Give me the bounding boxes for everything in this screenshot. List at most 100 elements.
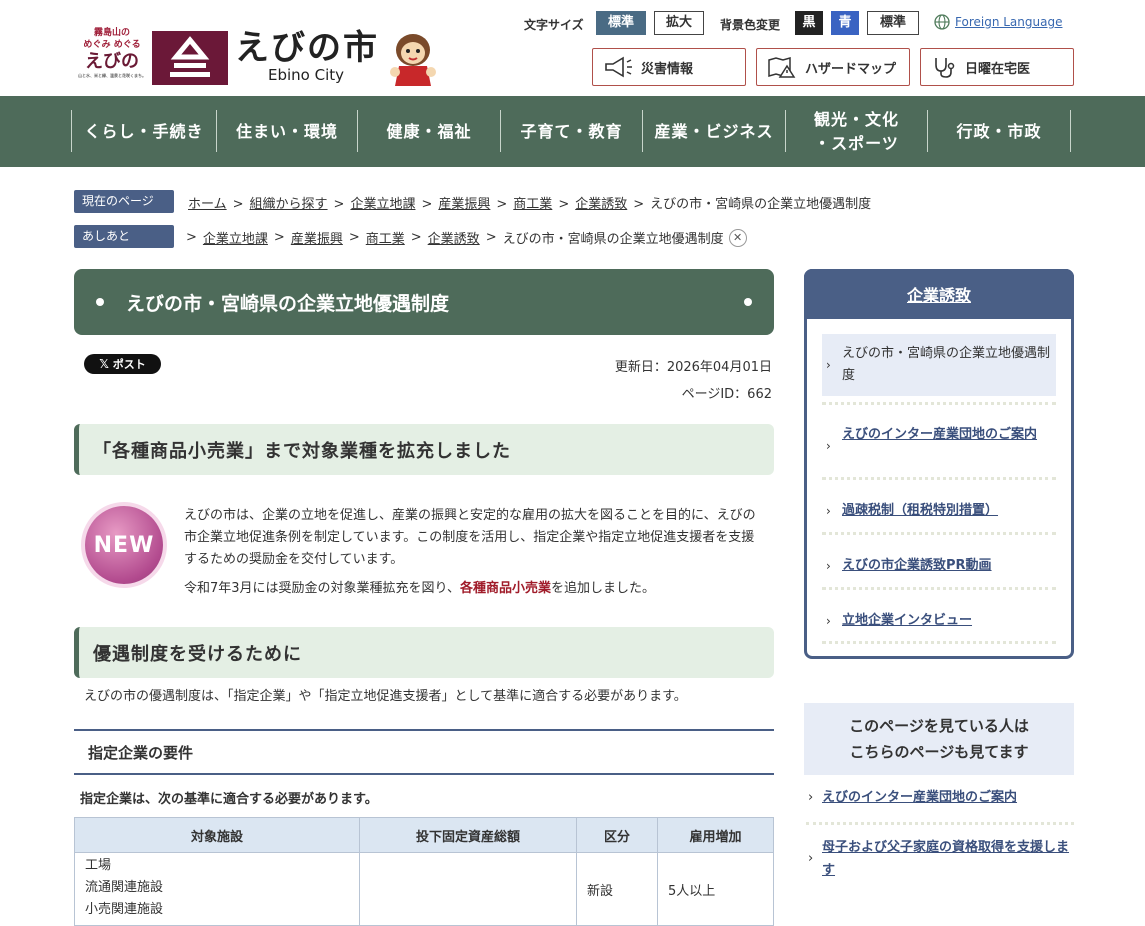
nav-separator — [1070, 110, 1071, 152]
foreign-language-link[interactable]: Foreign Language — [934, 14, 1062, 30]
breadcrumb-link-home[interactable]: ホーム — [188, 197, 227, 212]
bg-standard-button[interactable]: 標準 — [867, 11, 919, 35]
also-viewed-item[interactable]: › 母子および父子家庭の資格取得を支援します — [806, 836, 1074, 882]
logo-slogan[interactable]: 霧島山の めぐみ めぐる えびの 山と水、米と緑、温泉と花咲くまち。 — [76, 27, 148, 79]
hazard-map-button[interactable]: ハザードマップ — [756, 48, 910, 86]
slogan-city: えびの — [85, 51, 139, 72]
sidebar-item-current[interactable]: › えびの市・宮崎県の企業立地優遇制度 — [822, 334, 1056, 396]
sidebar-item-label[interactable]: えびのインター産業団地のご案内 — [842, 427, 1037, 442]
also-viewed-link[interactable]: えびのインター産業団地のご案内 — [822, 790, 1017, 805]
x-logo-icon: 𝕏 — [99, 357, 109, 371]
foreign-language-label: Foreign Language — [955, 15, 1063, 29]
page-id: ページID：662 — [681, 387, 772, 402]
divider — [822, 587, 1056, 590]
x-post-button[interactable]: 𝕏 ポスト — [84, 354, 161, 374]
chevron-right-icon: › — [826, 439, 831, 453]
nav-item-health[interactable]: 健康・福祉 — [358, 96, 500, 167]
city-emblem-logo[interactable] — [152, 31, 228, 85]
designated-lead: 指定企業は、次の基準に適合する必要があります。 — [80, 792, 378, 807]
megaphone-icon — [605, 56, 632, 78]
history-link-industry[interactable]: 産業振興 — [291, 228, 343, 247]
chevron-right-icon: › — [826, 358, 831, 372]
nav-item-housing[interactable]: 住まい・環境 — [217, 96, 357, 167]
city-name-en: Ebino City — [268, 66, 345, 84]
bg-blue-button[interactable]: 青 — [831, 11, 859, 35]
chevron-right-icon: › — [808, 790, 814, 805]
history-breadcrumb: > 企業立地課 > 産業振興 > 商工業 > 企業誘致 > えびの市・宮崎県の企業立地優遇制度 ✕ — [186, 228, 747, 247]
sunday-doctor-label: 日曜在宅医 — [965, 61, 1031, 77]
intro-paragraph: えびの市は、企業の立地を促進し、産業の振興と安定的な雇用の拡大を図ることを目的に… — [184, 508, 756, 567]
slogan-mid: めぐみ めぐる — [83, 40, 141, 50]
divider — [806, 822, 1074, 825]
history-link-commerce[interactable]: 商工業 — [366, 228, 405, 247]
nav-item-living[interactable]: くらし・手続き — [72, 96, 216, 167]
history-current-page: えびの市・宮崎県の企業立地優遇制度 — [502, 232, 724, 247]
mascot-character-icon — [385, 30, 441, 88]
x-post-label: ポスト — [112, 358, 146, 371]
table-header: 雇用増加 — [657, 817, 774, 853]
history-link-attraction[interactable]: 企業誘致 — [428, 228, 480, 247]
breadcrumb-current-label: 現在のページ — [74, 190, 174, 213]
table-cell-employment: 5人以上 — [657, 852, 774, 926]
sidebar-item-label[interactable]: えびの市企業誘致PR動画 — [842, 558, 992, 573]
chevron-right-icon: › — [826, 614, 831, 628]
global-nav: くらし・手続き 住まい・環境 健康・福祉 子育て・教育 産業・ビジネス 観光・文… — [0, 96, 1145, 167]
breadcrumb-link-attraction[interactable]: 企業誘致 — [575, 197, 627, 212]
bg-color-label: 背景色変更 — [720, 18, 781, 32]
breadcrumb-current-page: えびの市・宮崎県の企業立地優遇制度 — [650, 197, 872, 212]
sidebar-item-interview[interactable]: › 立地企業インタビュー — [822, 610, 1056, 632]
table-cell-amount — [359, 852, 577, 926]
disaster-info-button[interactable]: 災害情報 — [592, 48, 746, 86]
sidebar-title-text: 企業誘致 — [906, 286, 971, 305]
font-size-label: 文字サイズ — [524, 18, 584, 32]
facility-item: 小売関連施設 — [85, 902, 164, 917]
globe-icon — [934, 14, 950, 30]
hazard-map-label: ハザードマップ — [805, 61, 897, 77]
also-viewed-title: このページを見ている人は こちらのページも見てます — [849, 717, 1029, 761]
font-size-standard-button[interactable]: 標準 — [596, 11, 646, 35]
updated-date: 更新日：2026年04月01日 — [614, 360, 772, 375]
sidebar-item-pr-video[interactable]: › えびの市企業誘致PR動画 — [822, 555, 1056, 577]
sidebar-item-label: えびの市・宮崎県の企業立地優遇制度 — [842, 346, 1051, 383]
notice-highlight: 各種商品小売業 — [460, 581, 552, 596]
nav-item-childcare[interactable]: 子育て・教育 — [501, 96, 642, 167]
font-size-large-button[interactable]: 拡大 — [654, 11, 704, 35]
breadcrumb-link-industry[interactable]: 産業振興 — [438, 197, 490, 212]
sidebar-item-label[interactable]: 過疎税制（租税特別措置） — [842, 503, 998, 518]
close-icon[interactable]: ✕ — [728, 228, 747, 247]
also-viewed-item[interactable]: › えびのインター産業団地のご案内 — [806, 786, 1074, 809]
history-link-location-dept[interactable]: 企業立地課 — [203, 228, 268, 247]
also-viewed-link[interactable]: 母子および父子家庭の資格取得を支援します — [822, 840, 1069, 878]
page-title-text: えびの市・宮崎県の企業立地優遇制度 — [126, 292, 450, 315]
sidebar-title[interactable]: 企業誘致 — [804, 269, 1074, 319]
map-warning-icon — [768, 57, 796, 78]
requirements-table: 対象施設 投下固定資産総額 区分 雇用増加 工場 流通関連施設 小売関連施設 新… — [74, 817, 774, 926]
sunday-doctor-button[interactable]: 日曜在宅医 — [920, 48, 1074, 86]
breadcrumb-link-commerce[interactable]: 商工業 — [513, 197, 552, 212]
breadcrumb-link-location-dept[interactable]: 企業立地課 — [350, 197, 415, 212]
chevron-right-icon: › — [826, 504, 831, 518]
breadcrumb: ホーム > 組織から探す > 企業立地課 > 産業振興 > 商工業 > 企業誘致 > えびの市・宮崎県の… — [188, 197, 872, 212]
divider — [822, 477, 1056, 480]
table-header: 投下固定資産総額 — [359, 817, 577, 853]
table-cell-category: 新設 — [576, 852, 658, 926]
requirements-paragraph: えびの市の優遇制度は、「指定企業」や「指定立地促進支援者」として基準に適合する必… — [84, 689, 687, 704]
sidebar-item-tax[interactable]: › 過疎税制（租税特別措置） — [822, 500, 1056, 522]
city-name[interactable]: えびの市 — [235, 28, 379, 68]
sidebar-item-industrial-park[interactable]: › えびのインター産業団地のご案内 — [822, 424, 1056, 453]
divider — [822, 641, 1056, 644]
facility-item: 流通関連施設 — [85, 880, 164, 895]
table-header-row: 対象施設 投下固定資産総額 区分 雇用増加 — [74, 817, 774, 853]
title-dot-icon — [96, 298, 104, 306]
breadcrumb-link-organization[interactable]: 組織から探す — [250, 197, 328, 212]
stethoscope-icon — [935, 58, 955, 78]
nav-item-tourism[interactable]: 観光・文化 ・スポーツ — [786, 96, 927, 167]
page-title: えびの市・宮崎県の企業立地優遇制度 — [74, 269, 774, 335]
notice-after: を追加しました。 — [551, 581, 656, 596]
bg-black-button[interactable]: 黒 — [795, 11, 823, 35]
table-header: 対象施設 — [74, 817, 360, 853]
nav-item-government[interactable]: 行政・市政 — [928, 96, 1070, 167]
sidebar-item-label[interactable]: 立地企業インタビュー — [842, 613, 972, 628]
breadcrumb-history-label: あしあと — [74, 225, 174, 248]
nav-item-business[interactable]: 産業・ビジネス — [643, 96, 785, 167]
